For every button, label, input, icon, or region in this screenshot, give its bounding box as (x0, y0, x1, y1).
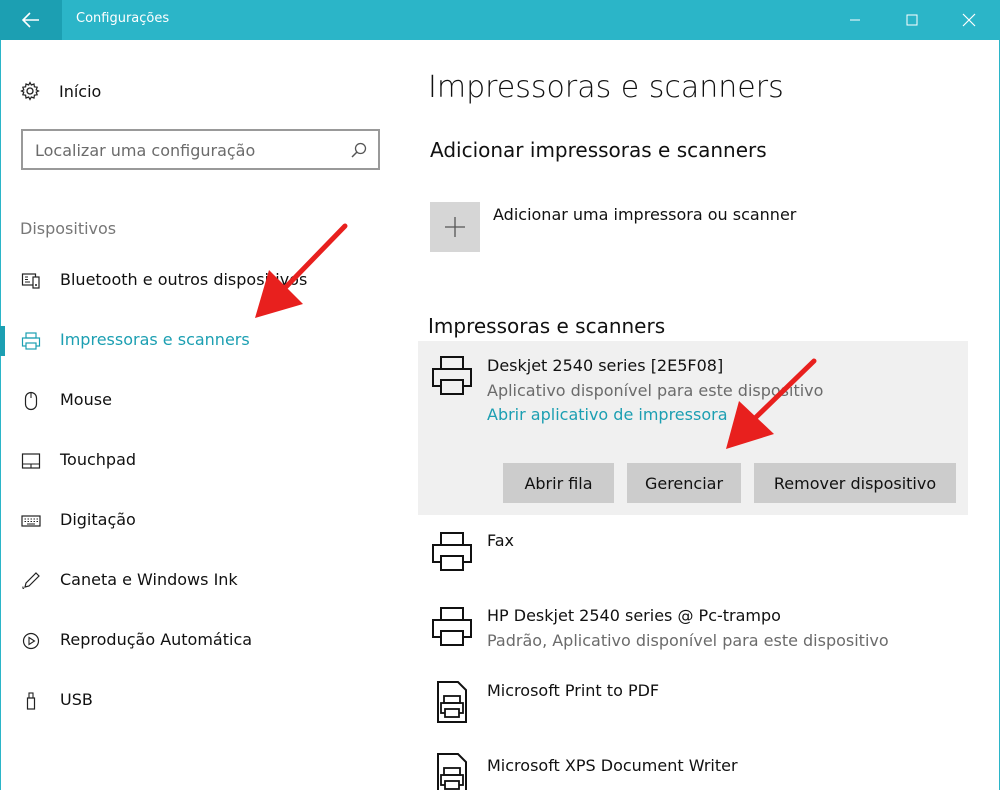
printer-status: Padrão, Aplicativo disponível para este … (487, 631, 889, 650)
sidebar-item-typing[interactable]: Digitação (0, 501, 395, 541)
pen-icon (20, 571, 42, 591)
gear-icon (20, 81, 40, 101)
printer-icon (432, 532, 472, 571)
printer-icon (432, 607, 472, 646)
add-section-title: Adicionar impressoras e scanners (430, 138, 767, 162)
pdf-printer-icon (437, 681, 467, 723)
back-button[interactable] (0, 0, 62, 40)
sidebar-item-label: Impressoras e scanners (60, 330, 250, 349)
minimize-button[interactable] (830, 0, 880, 40)
window-title: Configurações (76, 11, 170, 26)
sidebar-item-mouse[interactable]: Mouse (0, 381, 395, 421)
printer-name: Microsoft Print to PDF (487, 681, 660, 700)
add-printer-button[interactable] (430, 202, 480, 252)
keyboard-icon (20, 511, 42, 531)
printer-icon (20, 331, 42, 351)
annotation-arrow-icon (726, 358, 817, 449)
autoplay-icon (20, 631, 42, 651)
minimize-icon (850, 19, 860, 21)
add-printer-label[interactable]: Adicionar uma impressora ou scanner (493, 205, 796, 224)
sidebar-item-touchpad[interactable]: Touchpad (0, 441, 395, 481)
page-title: Impressoras e scanners (428, 70, 784, 105)
sidebar-item-pen[interactable]: Caneta e Windows Ink (0, 561, 395, 601)
sidebar-item-label: USB (60, 690, 93, 709)
open-printer-app-link[interactable]: Abrir aplicativo de impressora (487, 405, 728, 424)
xps-printer-icon (437, 753, 467, 790)
sidebar-item-label: Reprodução Automática (60, 630, 253, 649)
sidebar-item-label: Mouse (60, 390, 112, 409)
maximize-icon (906, 14, 918, 26)
bluetooth-devices-icon (20, 271, 42, 291)
printer-name: Fax (487, 531, 515, 550)
mouse-icon (20, 391, 42, 411)
active-indicator (0, 326, 5, 356)
search-input[interactable] (35, 139, 335, 161)
sidebar-section-label: Dispositivos (20, 219, 117, 238)
sidebar-home[interactable]: Início (20, 78, 101, 104)
sidebar-item-usb[interactable]: USB (0, 681, 395, 721)
sidebar-item-label: Caneta e Windows Ink (60, 570, 238, 589)
printers-list-title: Impressoras e scanners (428, 314, 666, 338)
printer-name: Microsoft XPS Document Writer (487, 756, 738, 775)
annotation-arrow-icon (255, 223, 348, 318)
selected-printer-name: Deskjet 2540 series [2E5F08] (487, 356, 724, 375)
search-icon (351, 142, 367, 158)
printer-name: HP Deskjet 2540 series @ Pc-trampo (487, 606, 781, 625)
plus-icon (445, 217, 465, 237)
open-queue-button[interactable]: Abrir fila (503, 463, 614, 503)
usb-icon (20, 691, 42, 711)
title-bar: Configurações (0, 0, 1000, 40)
close-button[interactable] (944, 0, 994, 40)
close-icon (962, 13, 976, 27)
maximize-button[interactable] (887, 0, 937, 40)
touchpad-icon (20, 451, 42, 471)
printer-icon (432, 356, 472, 395)
settings-search-box[interactable] (21, 129, 380, 170)
sidebar-item-label: Digitação (60, 510, 136, 529)
back-arrow-icon (22, 12, 39, 28)
sidebar-home-label: Início (59, 81, 102, 101)
sidebar-item-label: Touchpad (60, 450, 137, 469)
remove-device-button[interactable]: Remover dispositivo (754, 463, 956, 503)
sidebar-item-autoplay[interactable]: Reprodução Automática (0, 621, 395, 661)
manage-button[interactable]: Gerenciar (627, 463, 741, 503)
